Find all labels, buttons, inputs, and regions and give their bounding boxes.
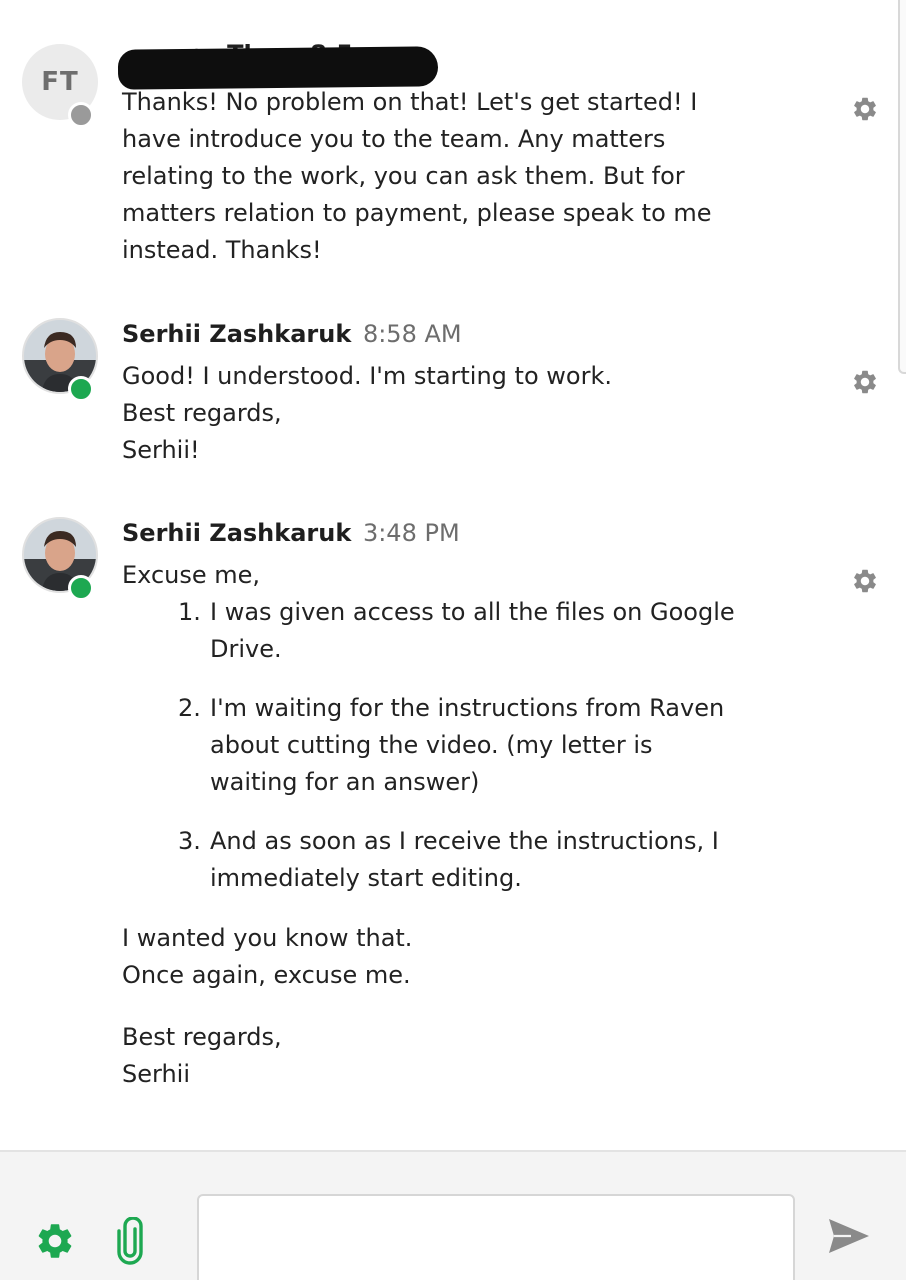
- message-line: Serhii!: [122, 436, 200, 464]
- gear-icon[interactable]: [851, 95, 879, 123]
- message-line: matters relation to payment, please spea…: [122, 199, 712, 227]
- paperclip-icon: [117, 1217, 143, 1265]
- message-signoff: Best regards, Serhii: [122, 1019, 282, 1093]
- sender-name[interactable]: Serhii Zashkaruk: [122, 320, 351, 348]
- list-number: 1.: [178, 598, 201, 626]
- gear-icon: [38, 1224, 72, 1258]
- message-input[interactable]: [197, 1194, 795, 1280]
- message-outro: I wanted you know that. Once again, excu…: [122, 920, 412, 994]
- attach-file-button[interactable]: [112, 1216, 148, 1266]
- presence-online-indicator: [68, 376, 94, 402]
- list-item: 3. And as soon as I receive the instruct…: [176, 823, 816, 897]
- list-line: And as soon as I receive the instruction…: [210, 827, 719, 855]
- composer-bar: [0, 1150, 906, 1280]
- chat-screen: FT ny Tham 8:5 Thanks! No problem on tha…: [0, 0, 906, 1280]
- composer-settings-button[interactable]: [34, 1220, 76, 1262]
- list-line: I was given access to all the files on G…: [210, 598, 735, 626]
- message-line: Once again, excuse me.: [122, 961, 411, 989]
- list-line: immediately start editing.: [210, 864, 522, 892]
- message-line: instead. Thanks!: [122, 236, 322, 264]
- message-text: Thanks! No problem on that! Let's get st…: [122, 84, 712, 269]
- avatar-initials: FT: [41, 67, 79, 97]
- message-intro: Excuse me,: [122, 561, 261, 589]
- message-line: Best regards,: [122, 1023, 282, 1051]
- message-line: Best regards,: [122, 399, 282, 427]
- list-line: Drive.: [210, 635, 282, 663]
- list-line: waiting for an answer): [210, 768, 480, 796]
- list-item: 1. I was given access to all the files o…: [176, 594, 816, 668]
- presence-online-indicator: [68, 575, 94, 601]
- list-item: 2. I'm waiting for the instructions from…: [176, 690, 816, 801]
- send-icon: [829, 1219, 869, 1253]
- sender-name[interactable]: Serhii Zashkaruk: [122, 519, 351, 547]
- message-line: Serhii: [122, 1060, 190, 1088]
- scrollbar[interactable]: [898, 0, 906, 374]
- message-line: relating to the work, you can ask them. …: [122, 162, 685, 190]
- message-line: Thanks! No problem on that! Let's get st…: [122, 88, 698, 116]
- list-line: I'm waiting for the instructions from Ra…: [210, 694, 725, 722]
- message-line: I wanted you know that.: [122, 924, 413, 952]
- numbered-list: 1. I was given access to all the files o…: [176, 594, 816, 919]
- message-line: Good! I understood. I'm starting to work…: [122, 362, 612, 390]
- list-number: 2.: [178, 694, 201, 722]
- list-number: 3.: [178, 827, 201, 855]
- timestamp: 8:58 AM: [362, 320, 462, 348]
- send-button[interactable]: [824, 1214, 874, 1258]
- message-text: Good! I understood. I'm starting to work…: [122, 358, 612, 469]
- message-header: Serhii Zashkaruk 3:48 PM: [122, 518, 460, 548]
- list-line: about cutting the video. (my letter is: [210, 731, 653, 759]
- message-line: have introduce you to the team. Any matt…: [122, 125, 666, 153]
- gear-icon[interactable]: [851, 368, 879, 396]
- gear-icon[interactable]: [851, 567, 879, 595]
- message-header: Serhii Zashkaruk 8:58 AM: [122, 319, 462, 349]
- presence-away-indicator: [68, 102, 94, 128]
- timestamp: 3:48 PM: [362, 519, 460, 547]
